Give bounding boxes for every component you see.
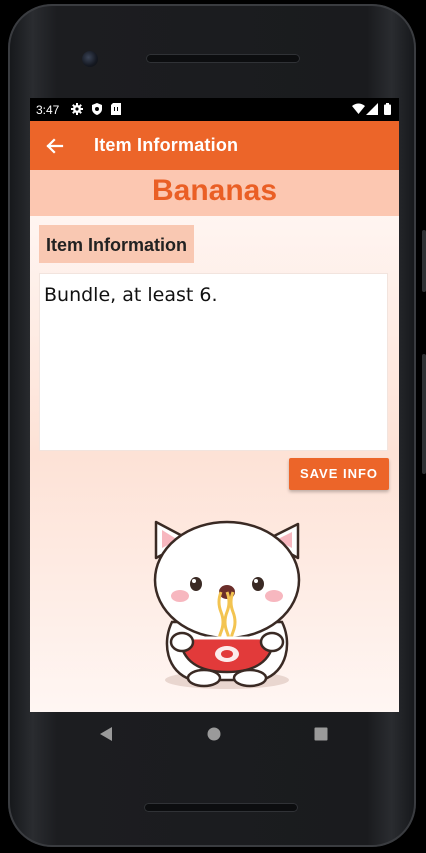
info-card: Item Information Bundle, at least 6. SAV… xyxy=(30,216,399,712)
screen: 3:47 Item Information Bananas Item Infor… xyxy=(30,98,399,712)
top-speaker xyxy=(146,54,300,63)
save-info-button[interactable]: SAVE INFO xyxy=(289,458,389,490)
sim-card-icon xyxy=(111,103,121,118)
gear-icon xyxy=(71,103,83,118)
item-info-field[interactable]: Bundle, at least 6. xyxy=(39,273,388,451)
main-content: Bananas Item Information Bundle, at leas… xyxy=(30,170,399,712)
arrow-left-icon xyxy=(42,138,68,163)
power-button xyxy=(422,230,426,292)
cat-eating-noodles-illustration xyxy=(142,512,312,692)
back-button[interactable] xyxy=(42,133,68,159)
wifi-icon xyxy=(352,103,365,118)
item-name-header: Bananas xyxy=(30,170,399,216)
signal-icon xyxy=(366,103,378,118)
section-label: Item Information xyxy=(39,225,195,263)
front-camera xyxy=(82,51,98,67)
volume-button xyxy=(422,354,426,474)
bottom-speaker xyxy=(144,803,298,812)
shield-icon xyxy=(91,103,103,118)
battery-icon xyxy=(384,103,391,118)
circle-home-icon[interactable] xyxy=(207,726,221,745)
square-recents-icon[interactable] xyxy=(314,726,328,745)
status-time: 3:47 xyxy=(36,103,60,117)
item-name: Bananas xyxy=(151,174,278,207)
system-navigation-bar xyxy=(30,712,399,756)
page-title: Item Information xyxy=(94,135,239,155)
status-bar: 3:47 xyxy=(30,98,399,121)
app-bar: Item Information xyxy=(30,121,399,170)
triangle-back-icon[interactable] xyxy=(100,726,114,745)
